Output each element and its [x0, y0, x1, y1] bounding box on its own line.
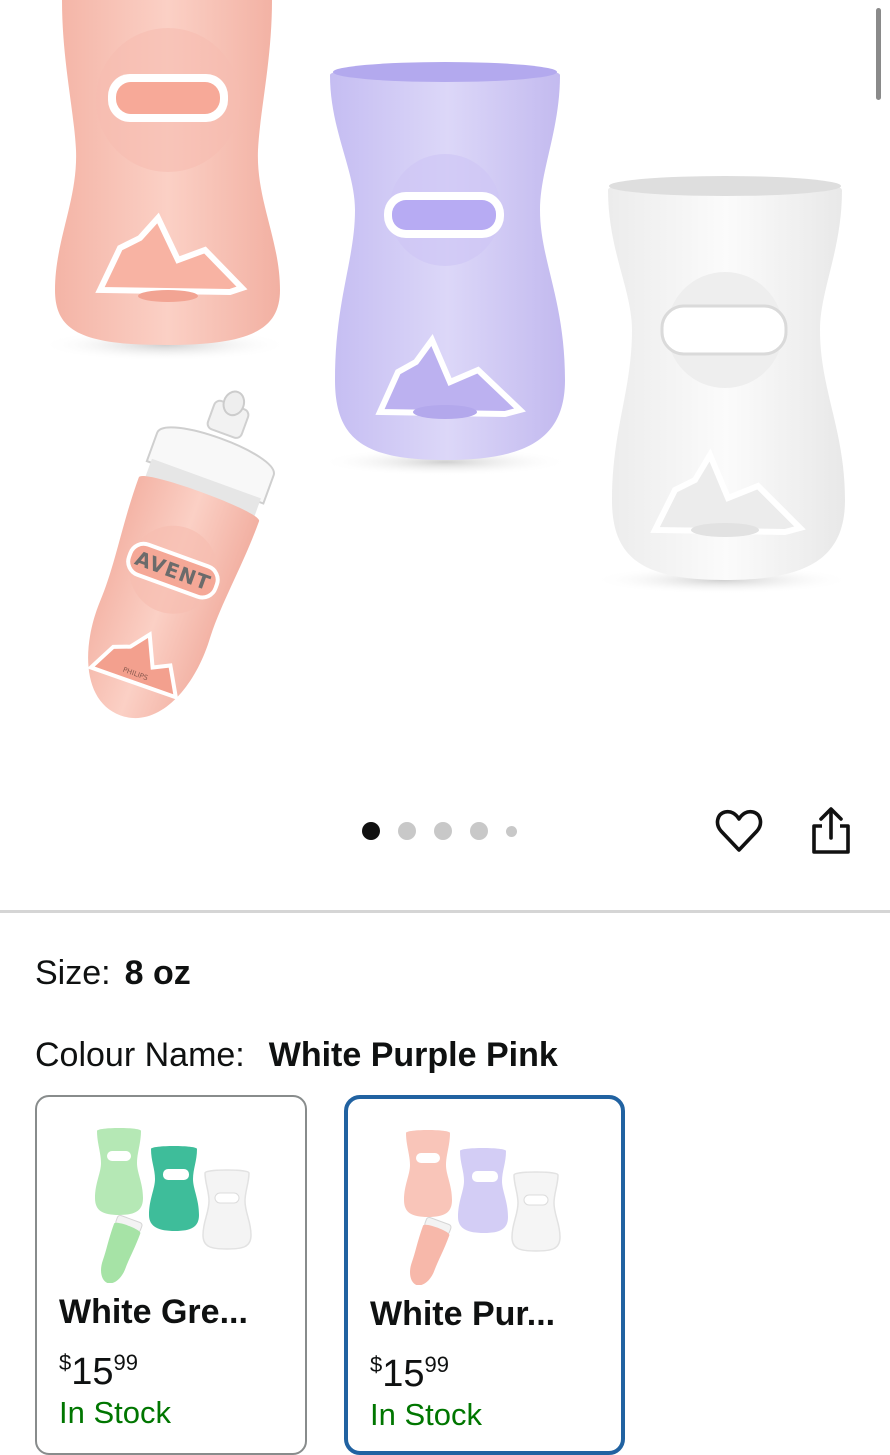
colour-label: Colour Name: [35, 1036, 245, 1074]
colour-selection: Colour Name: White Purple Pink [35, 1034, 558, 1076]
size-value: 8 oz [124, 954, 191, 992]
colour-swatch-white-green[interactable]: White Gre... $1599 In Stock [35, 1095, 307, 1455]
size-label: Size: [35, 954, 111, 992]
swatch-price: $1599 [59, 1350, 139, 1393]
product-image: AVENT PHILIPS [40, 0, 852, 718]
carousel-dot-2[interactable] [398, 822, 416, 840]
swatch-thumbnail [404, 1130, 561, 1285]
carousel-dot-1[interactable] [362, 822, 380, 840]
scrollbar[interactable] [876, 8, 881, 100]
swatch-name: White Gre... [59, 1293, 248, 1331]
share-button[interactable] [806, 804, 856, 858]
section-divider [0, 910, 890, 913]
favorite-button[interactable] [714, 806, 764, 856]
carousel-dots[interactable] [362, 820, 517, 842]
swatch-stock-status: In Stock [370, 1397, 482, 1432]
swatch-price: $1599 [370, 1352, 450, 1395]
heart-icon [715, 809, 763, 852]
share-icon [812, 807, 850, 854]
carousel-dot-5[interactable] [506, 825, 517, 837]
size-selection: Size: 8 oz [35, 952, 191, 994]
colour-swatch-white-purple-pink[interactable]: White Pur... $1599 In Stock [344, 1095, 625, 1455]
swatch-name: White Pur... [370, 1295, 556, 1333]
swatch-thumbnail [95, 1128, 252, 1283]
colour-value: White Purple Pink [268, 1036, 558, 1074]
swatch-stock-status: In Stock [59, 1395, 171, 1430]
carousel-dot-3[interactable] [434, 822, 452, 840]
carousel-dot-4[interactable] [470, 822, 488, 840]
product-image-gallery[interactable]: AVENT PHILIPS [0, 0, 890, 800]
